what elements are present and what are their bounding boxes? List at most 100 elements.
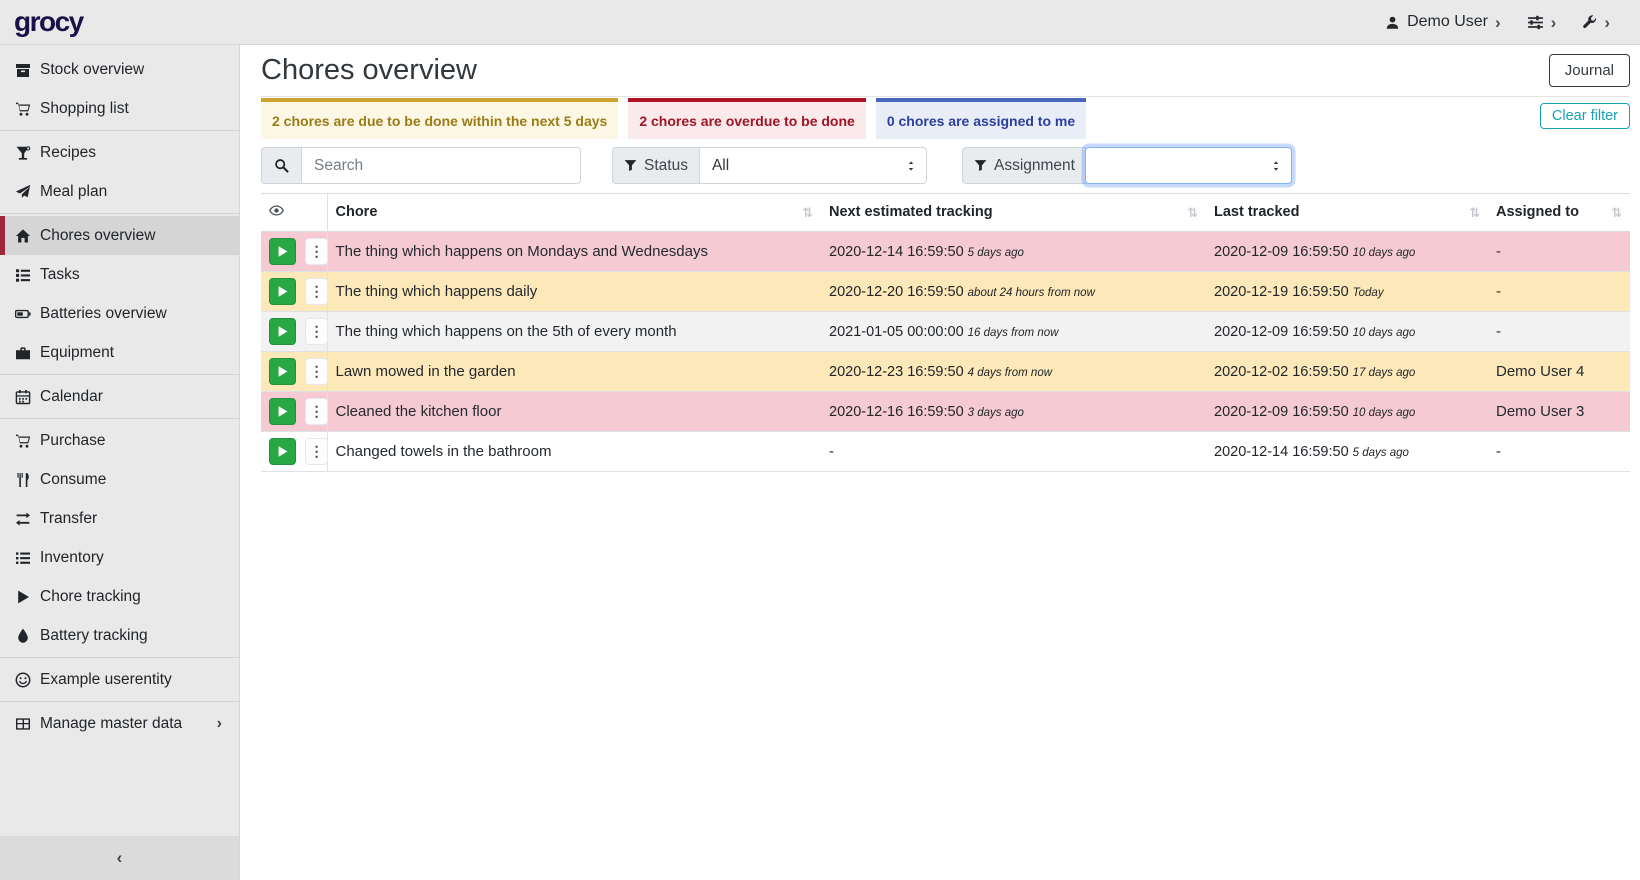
- row-menu-button[interactable]: ⋮: [305, 358, 328, 385]
- track-chore-execution-button[interactable]: [269, 398, 296, 425]
- sidebar-item-purchase[interactable]: Purchase: [0, 421, 239, 460]
- assigned-to-cell: Demo User 4: [1488, 352, 1630, 392]
- sidebar-divider: [0, 213, 239, 214]
- play-icon: [276, 325, 289, 338]
- column-header-assigned-to[interactable]: Assigned to ⇅: [1488, 194, 1630, 232]
- row-menu-button[interactable]: ⋮: [305, 318, 328, 345]
- sidebar-item-manage-master-data[interactable]: Manage master data ›: [0, 704, 239, 743]
- track-chore-execution-button[interactable]: [269, 238, 296, 265]
- table-row: ⋮ Cleaned the kitchen floor 2020-12-16 1…: [261, 392, 1630, 432]
- row-menu-button[interactable]: ⋮: [305, 438, 328, 465]
- sidebar-item-recipes[interactable]: Recipes: [0, 133, 239, 172]
- eye-icon[interactable]: [269, 203, 284, 218]
- sidebar-item-example-userentity[interactable]: Example userentity: [0, 660, 239, 699]
- sidebar-item-chores-overview[interactable]: Chores overview: [0, 216, 239, 255]
- status-select-value: All: [712, 157, 729, 175]
- chore-name-cell: Changed towels in the bathroom: [327, 432, 821, 472]
- toolbox-icon: [13, 345, 32, 361]
- sidebar-item-label: Stock overview: [40, 61, 144, 79]
- assignment-filter-addon: Assignment: [962, 147, 1086, 184]
- status-filter-label: Status: [644, 157, 688, 175]
- column-header-chore[interactable]: Chore ⇅: [327, 194, 821, 232]
- settings-menu[interactable]: ›: [1527, 14, 1557, 31]
- sidebar-item-meal-plan[interactable]: Meal plan: [0, 172, 239, 211]
- last-tracked-cell: 2020-12-14 16:59:505 days ago: [1206, 432, 1488, 472]
- wrench-icon: [1582, 15, 1597, 30]
- last-tracked-cell: 2020-12-09 16:59:5010 days ago: [1206, 392, 1488, 432]
- sidebar-item-label: Transfer: [40, 510, 97, 528]
- sidebar-item-tasks[interactable]: Tasks: [0, 255, 239, 294]
- sidebar-collapse-button[interactable]: ‹: [0, 836, 239, 880]
- assigned-to-cell: Demo User 3: [1488, 392, 1630, 432]
- column-header-next-estimated-tracking[interactable]: Next estimated tracking ⇅: [821, 194, 1206, 232]
- column-header-last-tracked[interactable]: Last tracked ⇅: [1206, 194, 1488, 232]
- track-chore-execution-button[interactable]: [269, 278, 296, 305]
- chore-name-cell: Cleaned the kitchen floor: [327, 392, 821, 432]
- app-logo[interactable]: grocy: [14, 6, 83, 38]
- next-tracking-cell: 2021-01-05 00:00:0016 days from now: [821, 312, 1206, 352]
- sidebar: Stock overview Shopping list Recipes Mea…: [0, 45, 240, 880]
- track-chore-execution-button[interactable]: [269, 358, 296, 385]
- sidebar-item-stock-overview[interactable]: Stock overview: [0, 50, 239, 89]
- last-tracked-cell: 2020-12-19 16:59:50Today: [1206, 272, 1488, 312]
- admin-menu[interactable]: ›: [1582, 14, 1610, 31]
- sidebar-item-label: Consume: [40, 471, 106, 489]
- user-menu[interactable]: Demo User ›: [1385, 13, 1501, 31]
- sidebar-item-label: Batteries overview: [40, 305, 167, 323]
- chores-table: Chore ⇅ Next estimated tracking ⇅ Last t…: [261, 193, 1630, 472]
- sidebar-item-calendar[interactable]: Calendar: [0, 377, 239, 416]
- row-menu-button[interactable]: ⋮: [305, 278, 328, 305]
- banner-assigned-to-me[interactable]: 0 chores are assigned to me: [876, 98, 1086, 139]
- top-bar: grocy Demo User › › ›: [0, 0, 1640, 45]
- table-row: ⋮ The thing which happens on the 5th of …: [261, 312, 1630, 352]
- sidebar-item-label: Battery tracking: [40, 627, 148, 645]
- sidebar-item-consume[interactable]: Consume: [0, 460, 239, 499]
- main-content: Chores overview Journal 2 chores are due…: [241, 45, 1640, 880]
- last-tracked-cell: 2020-12-02 16:59:5017 days ago: [1206, 352, 1488, 392]
- play-icon: [276, 445, 289, 458]
- clear-filter-button[interactable]: Clear filter: [1540, 103, 1630, 129]
- sidebar-item-label: Recipes: [40, 144, 96, 162]
- assignment-select[interactable]: [1085, 147, 1292, 184]
- sort-icon: ⇅: [802, 205, 813, 221]
- row-menu-button[interactable]: ⋮: [305, 398, 328, 425]
- filter-row: Status All Assignment: [261, 147, 1630, 184]
- track-chore-execution-button[interactable]: [269, 318, 296, 345]
- drop-icon: [13, 628, 32, 644]
- status-select[interactable]: All: [699, 147, 927, 184]
- banner-due-soon[interactable]: 2 chores are due to be done within the n…: [261, 98, 618, 139]
- row-menu-button[interactable]: ⋮: [305, 238, 328, 265]
- sidebar-item-transfer[interactable]: Transfer: [0, 499, 239, 538]
- page-title: Chores overview: [261, 54, 477, 87]
- play-icon: [276, 365, 289, 378]
- banner-overdue[interactable]: 2 chores are overdue to be done: [628, 98, 866, 139]
- sidebar-item-equipment[interactable]: Equipment: [0, 333, 239, 372]
- topbar-menus: Demo User › › ›: [1385, 13, 1610, 31]
- search-input[interactable]: [301, 147, 581, 184]
- sidebar-item-battery-tracking[interactable]: Battery tracking: [0, 616, 239, 655]
- sidebar-item-shopping-list[interactable]: Shopping list: [0, 89, 239, 128]
- assigned-to-cell: -: [1488, 272, 1630, 312]
- last-tracked-cell: 2020-12-09 16:59:5010 days ago: [1206, 232, 1488, 272]
- chevron-right-icon: ›: [1551, 14, 1557, 31]
- exchange-icon: [13, 511, 32, 527]
- user-icon: [1385, 15, 1400, 30]
- sidebar-item-label: Chores overview: [40, 227, 155, 245]
- sidebar-item-chore-tracking[interactable]: Chore tracking: [0, 577, 239, 616]
- table-icon: [13, 716, 32, 732]
- status-banners: 2 chores are due to be done within the n…: [261, 96, 1630, 139]
- table-row: ⋮ The thing which happens on Mondays and…: [261, 232, 1630, 272]
- play-icon: [276, 285, 289, 298]
- track-chore-execution-button[interactable]: [269, 438, 296, 465]
- play-icon: [276, 245, 289, 258]
- tasks-icon: [13, 267, 32, 283]
- journal-button[interactable]: Journal: [1549, 54, 1630, 87]
- sidebar-divider: [0, 374, 239, 375]
- boxes-icon: [13, 62, 32, 78]
- sidebar-item-inventory[interactable]: Inventory: [0, 538, 239, 577]
- utensils-icon: [13, 472, 32, 488]
- home-icon: [13, 228, 32, 244]
- sliders-icon: [1527, 14, 1544, 31]
- play-icon: [13, 589, 32, 605]
- sidebar-item-batteries-overview[interactable]: Batteries overview: [0, 294, 239, 333]
